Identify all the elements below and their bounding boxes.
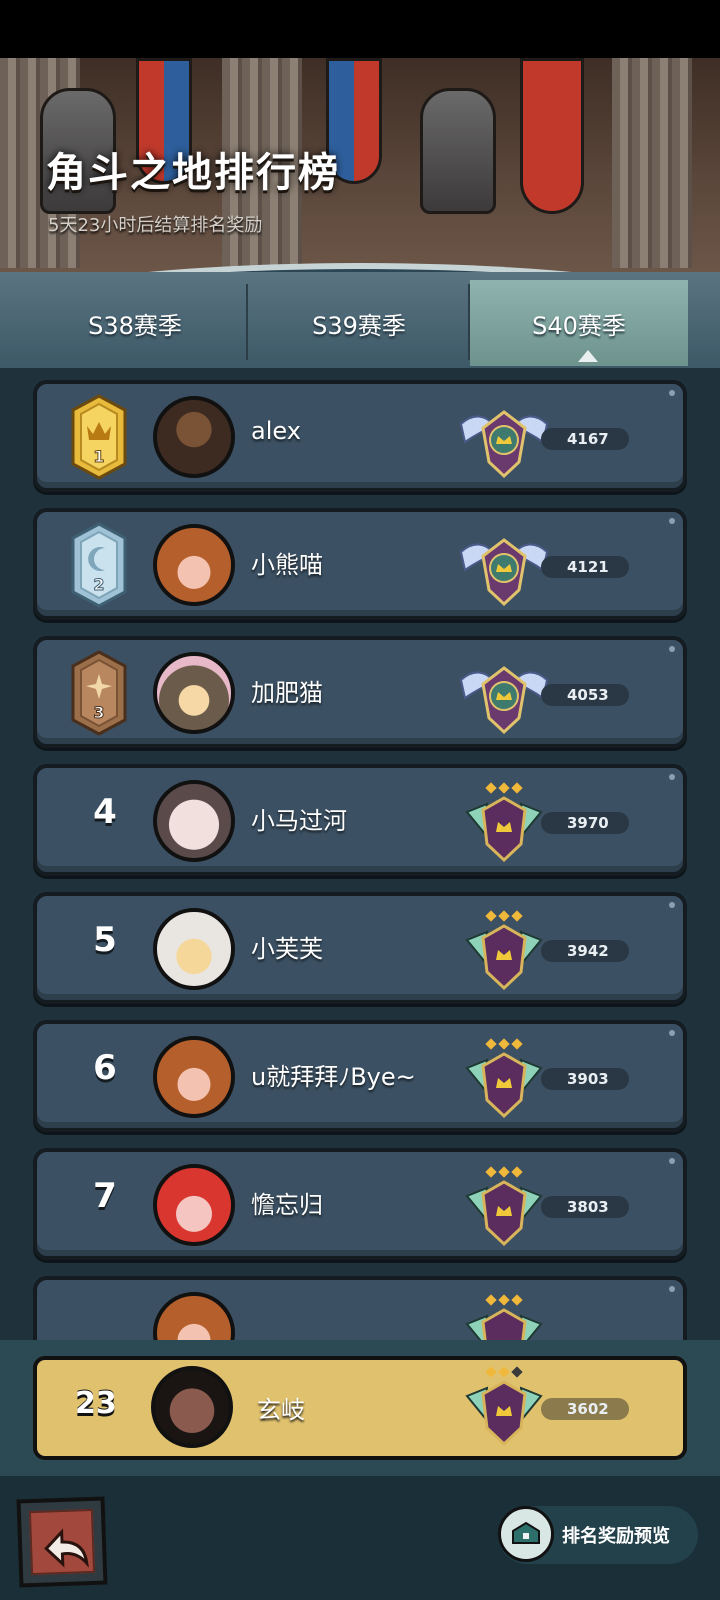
avatar (153, 1292, 235, 1340)
corner-dot (669, 902, 675, 908)
reward-preview-label: 排名奖励预览 (562, 1526, 670, 1547)
crest-tier-emblem-icon (465, 1294, 543, 1340)
pillar-illustration (612, 58, 692, 268)
my-rank-number: 23 (75, 1386, 117, 1421)
ranking-row[interactable]: 1 alex 4167 (33, 380, 687, 492)
gold-crown-rank-badge-icon: 1 (71, 394, 127, 480)
chest-icon (512, 1521, 540, 1544)
footer-bar: 排名奖励预览 (0, 1476, 720, 1600)
score: 4167 (541, 428, 629, 450)
avatar (153, 652, 235, 734)
corner-dot (669, 518, 675, 524)
score: 4053 (541, 684, 629, 706)
corner-dot (669, 774, 675, 780)
crest-tier-emblem-icon (465, 1166, 543, 1247)
reward-preview-button[interactable]: 排名奖励预览 (498, 1506, 698, 1564)
crest-tier-emblem-icon (465, 1366, 543, 1447)
season-tabs: S38赛季 S39赛季 S40赛季 (0, 272, 720, 368)
player-name: alex (251, 417, 301, 445)
settlement-countdown: 5天23小时后结算排名奖励 (48, 215, 263, 236)
player-name: 憺忘归 (251, 1191, 323, 1219)
corner-dot (669, 390, 675, 396)
corner-dot (669, 1030, 675, 1036)
winged-tier-emblem-icon (459, 410, 549, 479)
score: 3903 (541, 1068, 629, 1090)
my-ranking-row[interactable]: 23 玄岐 3602 (33, 1356, 687, 1460)
ranking-row[interactable]: 4 小马过河 3970 (33, 764, 687, 876)
back-button-face (28, 1508, 96, 1576)
avatar (153, 908, 235, 990)
ranking-list[interactable]: 1 alex 4167 2 小熊喵 4121 3 加肥猫 4053 4 小马过河… (0, 368, 720, 1340)
ranking-row[interactable] (33, 1276, 687, 1340)
score: 3942 (541, 940, 629, 962)
ranking-row[interactable]: 3 加肥猫 4053 (33, 636, 687, 748)
page-title: 角斗之地排行榜 (46, 150, 340, 196)
score: 4121 (541, 556, 629, 578)
crest-tier-emblem-icon (465, 910, 543, 991)
status-bar (0, 0, 720, 58)
avatar (153, 1164, 235, 1246)
score: 3970 (541, 812, 629, 834)
svg-text:1: 1 (93, 447, 104, 466)
knight-illustration (420, 88, 496, 214)
shield-illustration (520, 58, 584, 214)
bronze-star-rank-badge-icon: 3 (71, 650, 127, 736)
winged-tier-emblem-icon (459, 666, 549, 735)
active-tab-pointer-icon (578, 350, 598, 362)
corner-dot (669, 1158, 675, 1164)
corner-dot (669, 1286, 675, 1292)
player-name: 小熊喵 (251, 551, 323, 579)
tab-s39[interactable]: S39赛季 (248, 280, 470, 366)
avatar (153, 396, 235, 478)
winged-tier-emblem-icon (459, 538, 549, 607)
rank-number: 6 (93, 1048, 117, 1088)
crest-tier-emblem-icon (465, 782, 543, 863)
my-score: 3602 (541, 1398, 629, 1420)
ranking-row[interactable]: 5 小芙芙 3942 (33, 892, 687, 1004)
my-player-name: 玄岐 (257, 1396, 305, 1424)
player-name: u就拜拜ﾉBye~ (251, 1063, 416, 1091)
header-banner: 角斗之地排行榜 5天23小时后结算排名奖励 (0, 58, 720, 273)
back-arrow-icon (44, 1528, 89, 1568)
player-name: 小马过河 (251, 807, 347, 835)
svg-text:3: 3 (93, 703, 104, 722)
reward-chest-icon (498, 1506, 554, 1562)
avatar (151, 1366, 233, 1448)
corner-dot (669, 646, 675, 652)
silver-moon-rank-badge-icon: 2 (71, 522, 127, 608)
ranking-row[interactable]: 2 小熊喵 4121 (33, 508, 687, 620)
svg-text:2: 2 (93, 575, 104, 594)
ranking-row[interactable]: 7 憺忘归 3803 (33, 1148, 687, 1260)
my-ranking-bar: 23 玄岐 3602 (0, 1340, 720, 1476)
tab-s38[interactable]: S38赛季 (24, 280, 246, 366)
player-name: 加肥猫 (251, 679, 323, 707)
rank-number: 5 (93, 920, 117, 960)
back-button[interactable] (16, 1496, 108, 1588)
crest-tier-emblem-icon (465, 1038, 543, 1119)
ranking-row[interactable]: 6 u就拜拜ﾉBye~ 3903 (33, 1020, 687, 1132)
avatar (153, 1036, 235, 1118)
rank-number: 7 (93, 1176, 117, 1216)
avatar (153, 524, 235, 606)
score: 3803 (541, 1196, 629, 1218)
rank-number: 4 (93, 792, 117, 832)
player-name: 小芙芙 (251, 935, 323, 963)
avatar (153, 780, 235, 862)
